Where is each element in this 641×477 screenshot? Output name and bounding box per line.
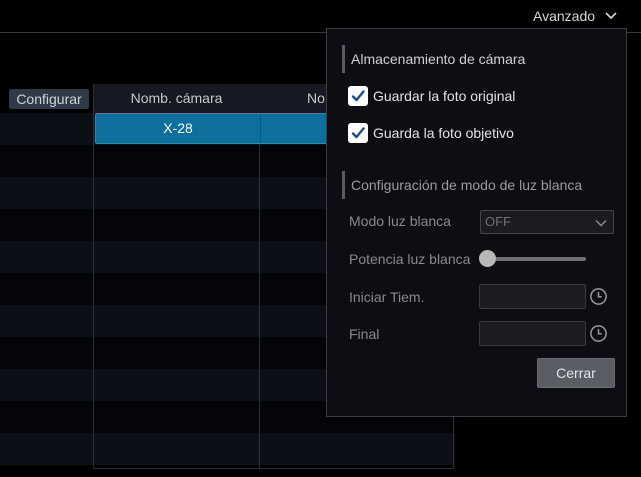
checkmark-icon (351, 127, 365, 139)
end-time-label: Final (349, 326, 380, 342)
chevron-down-icon (603, 8, 619, 24)
white-light-mode-value: OFF (485, 214, 511, 229)
storage-section-title: Almacenamiento de cámara (342, 45, 525, 73)
column-header-no[interactable]: No (307, 84, 325, 113)
save-target-photo-label: Guarda la foto objetivo (373, 125, 514, 141)
end-time-input[interactable] (479, 321, 586, 346)
column-divider (259, 113, 260, 469)
white-light-section-title: Configuración de modo de luz blanca (342, 171, 582, 199)
advanced-menu[interactable]: Avanzado (533, 8, 619, 24)
white-light-power-label: Potencia luz blanca (349, 251, 471, 267)
app-screen: Avanzado Configurar Nomb. cámara No X-28… (0, 0, 641, 477)
table-bottom-border (93, 468, 454, 469)
close-button[interactable]: Cerrar (537, 358, 615, 388)
advanced-menu-label: Avanzado (533, 8, 596, 24)
config-header-button[interactable]: Configurar (9, 89, 89, 109)
start-time-label: Iniciar Tiem. (349, 289, 425, 305)
save-original-photo-label: Guardar la foto original (373, 88, 516, 104)
white-light-mode-label: Modo luz blanca (349, 213, 451, 229)
save-target-photo-option[interactable]: Guarda la foto objetivo (348, 122, 514, 144)
save-original-photo-option[interactable]: Guardar la foto original (348, 85, 515, 107)
advanced-settings-popup: Almacenamiento de cámara Guardar la foto… (326, 28, 627, 417)
clock-icon[interactable] (589, 287, 608, 306)
white-light-mode-select[interactable]: OFF (480, 210, 614, 234)
clock-icon[interactable] (589, 324, 608, 343)
table-row[interactable] (0, 433, 455, 465)
chevron-down-icon (594, 215, 608, 229)
save-original-photo-checkbox[interactable] (348, 86, 368, 106)
save-target-photo-checkbox[interactable] (348, 123, 368, 143)
white-light-power-slider-thumb[interactable] (479, 250, 496, 267)
camera-name-cell: X-28 (163, 120, 193, 136)
column-header-camera-name[interactable]: Nomb. cámara (93, 84, 260, 113)
checkmark-icon (351, 90, 365, 102)
cell-divider (260, 114, 261, 143)
start-time-input[interactable] (479, 284, 586, 309)
column-divider (93, 84, 94, 469)
selected-row[interactable]: X-28 (95, 113, 327, 144)
